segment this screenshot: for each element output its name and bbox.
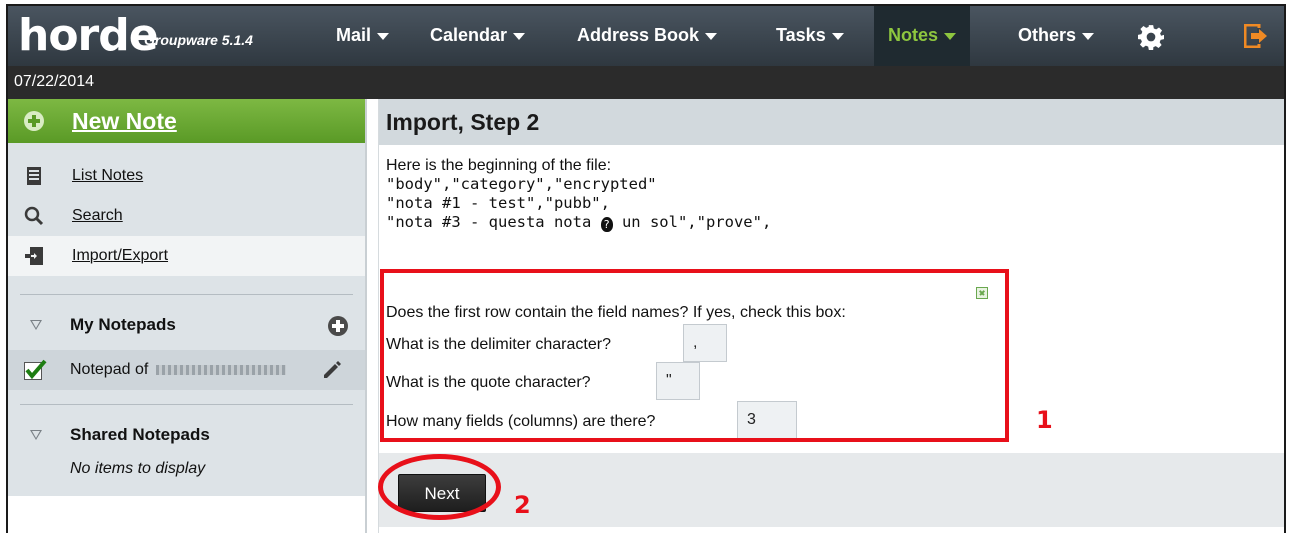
annotation-label-2: 2	[514, 491, 531, 519]
annotation-label-1: 1	[1036, 406, 1053, 434]
chevron-down-icon	[377, 32, 390, 40]
sidebar: New Note List Notes Search Import/Export…	[8, 99, 365, 533]
nav-address-book[interactable]: Address Book	[577, 6, 718, 66]
chevron-down-icon	[705, 32, 718, 40]
nav-address-book-label: Address Book	[577, 25, 700, 45]
sidebar-divider	[20, 404, 353, 405]
gear-icon[interactable]	[1138, 24, 1164, 50]
unknown-char-icon: ?	[600, 217, 613, 232]
new-note-label: New Note	[72, 108, 177, 134]
empty-state-text: No items to display	[70, 460, 206, 477]
logo-subtitle: Groupware 5.1.4	[144, 32, 253, 48]
chevron-down-icon	[831, 32, 844, 40]
sidebar-divider	[20, 294, 353, 295]
checkbox-checked-icon[interactable]	[24, 359, 47, 380]
sidebar-item-import-export[interactable]: Import/Export	[8, 236, 365, 276]
new-note-button[interactable]: New Note	[8, 99, 365, 143]
delimiter-input[interactable]: ,	[683, 324, 727, 362]
import-options-form: Does the first row contain the field nam…	[386, 274, 1009, 446]
file-preview-intro: Here is the beginning of the file:	[386, 157, 612, 174]
file-preview-text: "nota #3 - questa nota	[386, 213, 601, 231]
nav-calendar[interactable]: Calendar	[430, 6, 526, 66]
chevron-down-icon	[1082, 32, 1095, 40]
fields-count-input[interactable]: 3	[737, 401, 797, 439]
collapse-triangle-icon	[30, 430, 42, 440]
next-button[interactable]: Next	[398, 474, 486, 512]
sidebar-item-label: Import/Export	[72, 247, 169, 264]
quote-label: What is the quote character?	[386, 374, 591, 391]
page-title: Import, Step 2	[379, 99, 1284, 145]
nav-others[interactable]: Others	[1018, 6, 1095, 66]
shared-notepads-header[interactable]: Shared Notepads	[8, 415, 365, 455]
nav-mail[interactable]: Mail	[336, 6, 390, 66]
top-navigation-bar: horde Groupware 5.1.4 Mail Calendar Addr…	[8, 6, 1284, 66]
plus-circle-icon	[24, 111, 44, 131]
sidebar-item-label: List Notes	[72, 167, 144, 184]
shared-notepads-title: Shared Notepads	[70, 425, 210, 444]
logout-icon[interactable]	[1244, 24, 1268, 48]
search-icon	[24, 206, 44, 226]
file-preview-line: "nota #1 - test","pubb",	[386, 194, 610, 212]
pencil-icon[interactable]	[320, 358, 344, 382]
pane-divider[interactable]	[365, 99, 379, 533]
add-notepad-icon[interactable]	[328, 316, 348, 336]
list-icon	[27, 167, 41, 185]
notepad-item[interactable]: Notepad of	[8, 350, 365, 390]
date-bar: 07/22/2014	[8, 66, 1284, 99]
file-preview: "body","category","encrypted" "nota #1 - …	[386, 175, 771, 232]
file-preview-text: un sol","prove",	[612, 213, 772, 231]
nav-others-label: Others	[1018, 25, 1077, 45]
my-notepads-title: My Notepads	[70, 315, 176, 334]
redacted-name	[156, 364, 287, 375]
nav-notes-label: Notes	[888, 25, 939, 45]
import-export-icon	[25, 247, 43, 265]
chevron-down-icon	[944, 32, 957, 40]
delimiter-label: What is the delimiter character?	[386, 336, 611, 353]
file-preview-line: "nota #3 - questa nota ? un sol","prove"…	[386, 213, 771, 232]
sidebar-item-label: Search	[72, 207, 123, 224]
file-preview-line: "body","category","encrypted"	[386, 175, 657, 193]
my-notepads-header[interactable]: My Notepads	[8, 305, 365, 345]
notepad-name: Notepad of	[70, 361, 149, 378]
browser-frame: horde Groupware 5.1.4 Mail Calendar Addr…	[6, 4, 1286, 533]
sidebar-item-list-notes[interactable]: List Notes	[8, 156, 365, 196]
nav-calendar-label: Calendar	[430, 25, 508, 45]
header-row-checkbox[interactable]	[976, 287, 988, 299]
nav-notes[interactable]: Notes	[874, 6, 971, 66]
nav-mail-label: Mail	[336, 25, 372, 45]
header-row-question: Does the first row contain the field nam…	[386, 304, 846, 321]
nav-tasks-label: Tasks	[776, 25, 826, 45]
quote-input[interactable]: "	[656, 362, 700, 400]
fields-count-label: How many fields (columns) are there?	[386, 413, 656, 430]
sidebar-footer	[8, 496, 365, 533]
main-content: Import, Step 2 Here is the beginning of …	[379, 99, 1284, 533]
chevron-down-icon	[513, 32, 526, 40]
nav-tasks[interactable]: Tasks	[776, 6, 844, 66]
sidebar-item-search[interactable]: Search	[8, 196, 365, 236]
collapse-triangle-icon	[30, 320, 42, 330]
horde-logo[interactable]: horde	[18, 10, 159, 62]
